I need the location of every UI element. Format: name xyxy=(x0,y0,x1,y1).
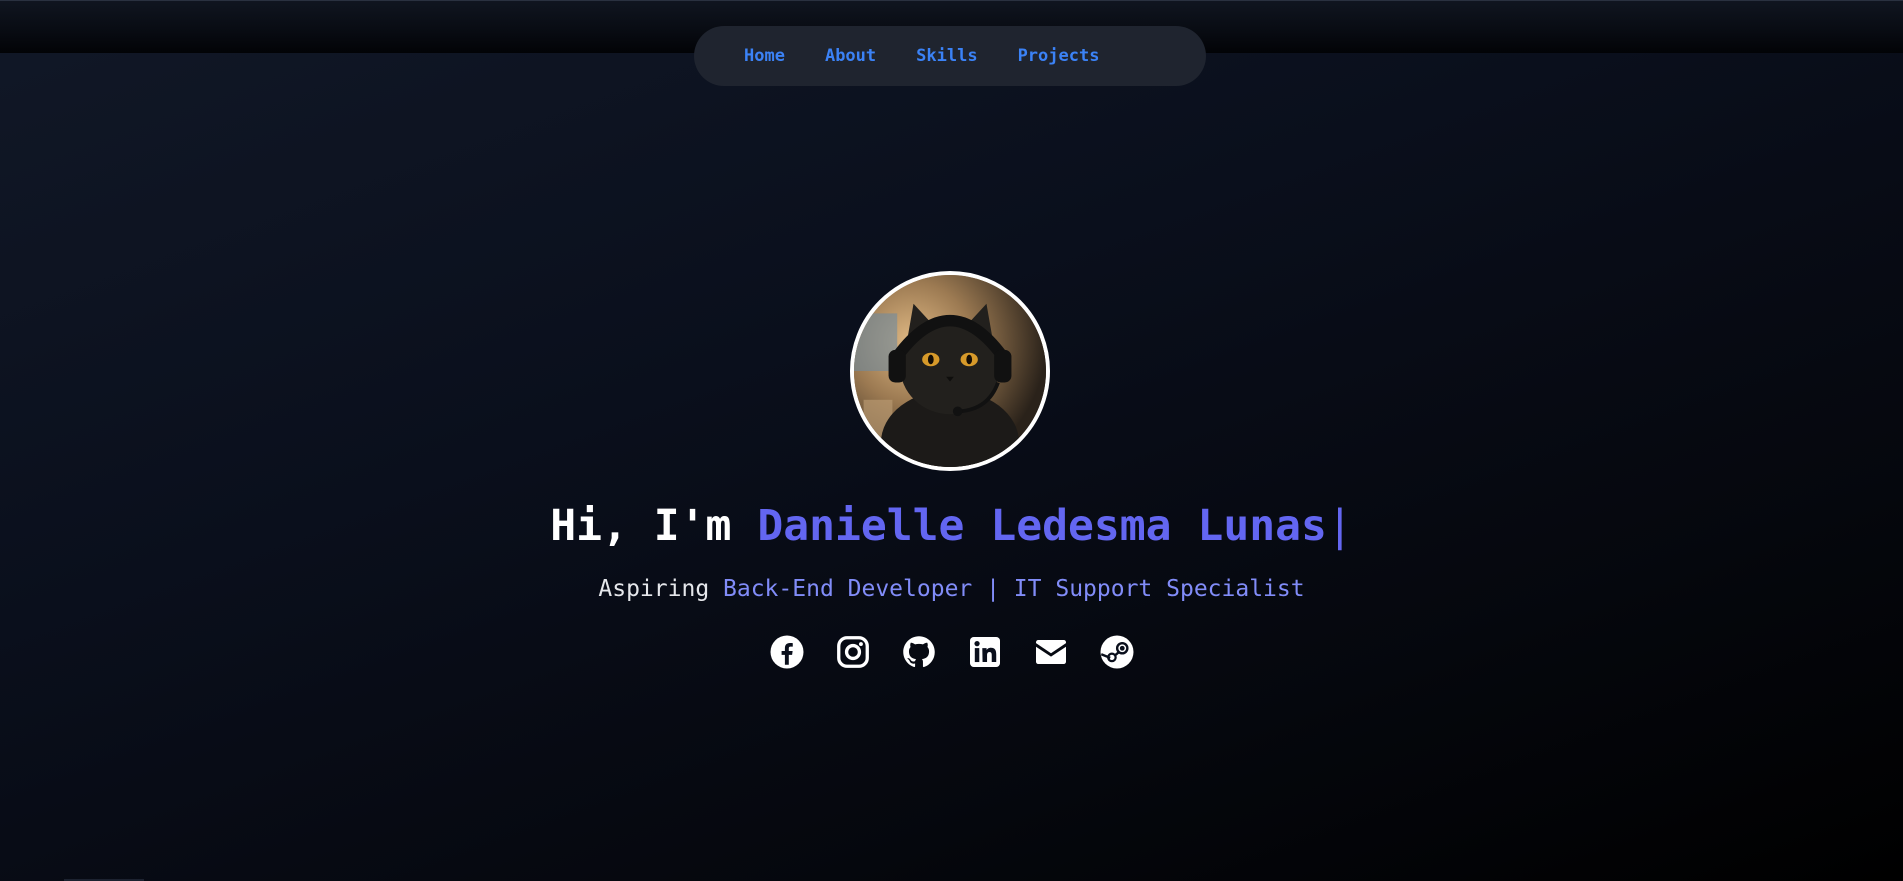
steam-icon[interactable] xyxy=(1099,634,1135,670)
facebook-icon[interactable] xyxy=(769,634,805,670)
github-icon[interactable] xyxy=(901,634,937,670)
profile-avatar xyxy=(850,271,1050,471)
nav-link-projects[interactable]: Projects xyxy=(1018,46,1100,66)
instagram-icon[interactable] xyxy=(835,634,871,670)
cat-with-headset-avatar-icon xyxy=(854,275,1046,467)
social-links xyxy=(0,634,1903,670)
nav-link-home[interactable]: Home xyxy=(744,46,785,66)
linkedin-icon[interactable] xyxy=(967,634,1003,670)
typing-cursor: | xyxy=(1326,501,1353,551)
hero-greeting: Hi, I'm xyxy=(550,501,758,551)
main-navigation: Home About Skills Projects xyxy=(694,26,1206,86)
hero-headline: Hi, I'm Danielle Ledesma Lunas| xyxy=(0,498,1903,554)
nav-link-about[interactable]: About xyxy=(825,46,876,66)
nav-link-skills[interactable]: Skills xyxy=(916,46,977,66)
email-icon[interactable] xyxy=(1033,634,1069,670)
subtitle-prefix: Aspiring xyxy=(598,576,724,602)
hero-name: Danielle Ledesma Lunas xyxy=(757,501,1327,551)
subtitle-roles: Back-End Developer | IT Support Speciali… xyxy=(723,576,1305,602)
hero-subtitle: Aspiring Back-End Developer | IT Support… xyxy=(0,573,1903,605)
